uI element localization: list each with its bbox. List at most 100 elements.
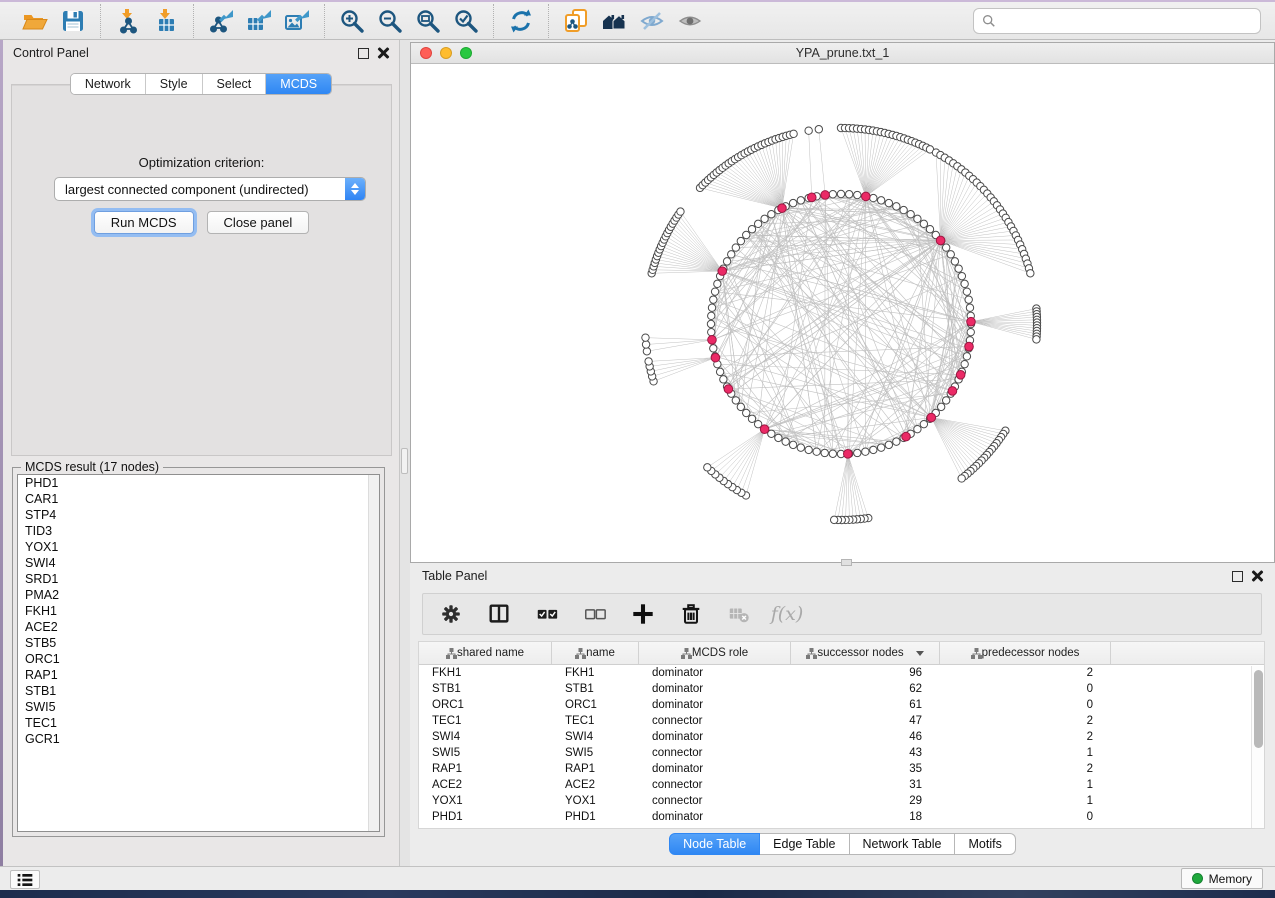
close-table-panel-icon[interactable] bbox=[1251, 570, 1263, 582]
table-row[interactable]: RAP1RAP1dominator352 bbox=[419, 761, 1264, 777]
open-file-button[interactable] bbox=[18, 5, 52, 37]
first-neighbors-button[interactable] bbox=[597, 5, 631, 37]
show-columns-icon bbox=[487, 602, 511, 626]
task-history-button[interactable] bbox=[10, 870, 40, 889]
export-table-button[interactable] bbox=[242, 5, 276, 37]
table-cell: dominator bbox=[639, 763, 791, 775]
deselect-all-rows-button[interactable] bbox=[581, 600, 609, 628]
table-scrollbar-thumb[interactable] bbox=[1254, 670, 1263, 748]
control-panel-header: Control Panel bbox=[3, 40, 399, 66]
delete-column-button[interactable] bbox=[677, 600, 705, 628]
splitter-handle[interactable] bbox=[401, 448, 408, 474]
control-panel-title: Control Panel bbox=[13, 46, 89, 60]
column-header-MCDS-role[interactable]: MCDS role bbox=[639, 642, 791, 664]
column-header-predecessor-nodes[interactable]: predecessor nodes bbox=[940, 642, 1111, 664]
show-columns-button[interactable] bbox=[485, 600, 513, 628]
save-session-button[interactable] bbox=[56, 5, 90, 37]
tab-network-table[interactable]: Network Table bbox=[850, 833, 956, 855]
table-cell: TEC1 bbox=[552, 715, 639, 727]
table-cell: STB1 bbox=[552, 683, 639, 695]
zoom-selected-button[interactable] bbox=[449, 5, 483, 37]
mcds-result-item[interactable]: SWI4 bbox=[18, 555, 379, 571]
zoom-in-button[interactable] bbox=[335, 5, 369, 37]
mcds-result-item[interactable]: TID3 bbox=[18, 523, 379, 539]
close-panel-button[interactable]: Close panel bbox=[207, 211, 310, 234]
export-image-button[interactable] bbox=[280, 5, 314, 37]
table-row[interactable]: ORC1ORC1dominator610 bbox=[419, 697, 1264, 713]
select-all-rows-button[interactable] bbox=[533, 600, 561, 628]
tab-style[interactable]: Style bbox=[145, 74, 202, 94]
refresh-layout-button[interactable] bbox=[504, 5, 538, 37]
table-row[interactable]: STB1STB1dominator620 bbox=[419, 681, 1264, 697]
memory-label: Memory bbox=[1209, 872, 1252, 886]
table-toolbar: f(x) bbox=[422, 593, 1262, 635]
column-header-successor-nodes[interactable]: successor nodes bbox=[791, 642, 940, 664]
import-table-button[interactable] bbox=[149, 5, 183, 37]
mcds-result-item[interactable]: STB1 bbox=[18, 683, 379, 699]
mcds-result-item[interactable]: ORC1 bbox=[18, 651, 379, 667]
mcds-result-item[interactable]: TEC1 bbox=[18, 715, 379, 731]
mcds-list-scrollbar[interactable] bbox=[368, 475, 379, 831]
mcds-result-item[interactable]: FKH1 bbox=[18, 603, 379, 619]
mcds-result-item[interactable]: SRD1 bbox=[18, 571, 379, 587]
table-settings-button[interactable] bbox=[437, 600, 465, 628]
tab-select[interactable]: Select bbox=[202, 74, 266, 94]
column-header-name[interactable]: name bbox=[552, 642, 639, 664]
import-network-button[interactable] bbox=[111, 5, 145, 37]
function-builder-icon: f(x) bbox=[771, 603, 804, 625]
add-column-button[interactable] bbox=[629, 600, 657, 628]
criterion-dropdown[interactable]: largest connected component (undirected) bbox=[54, 177, 366, 201]
tab-motifs[interactable]: Motifs bbox=[955, 833, 1015, 855]
horizontal-splitter-handle[interactable] bbox=[841, 559, 852, 566]
tab-network[interactable]: Network bbox=[71, 74, 145, 94]
first-neighbors-icon bbox=[601, 8, 627, 34]
tab-edge-table[interactable]: Edge Table bbox=[760, 833, 849, 855]
mcds-result-item[interactable]: STP4 bbox=[18, 507, 379, 523]
mcds-result-item[interactable]: CAR1 bbox=[18, 491, 379, 507]
mcds-result-item[interactable]: PMA2 bbox=[18, 587, 379, 603]
show-all-button[interactable] bbox=[673, 5, 707, 37]
table-row[interactable]: ACE2ACE2connector311 bbox=[419, 777, 1264, 793]
table-row[interactable]: TEC1TEC1connector472 bbox=[419, 713, 1264, 729]
mcds-result-item[interactable]: ACE2 bbox=[18, 619, 379, 635]
mcds-result-item[interactable]: STB5 bbox=[18, 635, 379, 651]
zoom-fit-icon bbox=[415, 8, 441, 34]
tab-node-table[interactable]: Node Table bbox=[669, 833, 760, 855]
vertical-splitter[interactable] bbox=[400, 40, 410, 866]
control-panel: Control Panel NetworkStyleSelectMCDS Opt… bbox=[3, 40, 400, 866]
table-row[interactable]: FKH1FKH1dominator962 bbox=[419, 665, 1264, 681]
mcds-result-item[interactable]: YOX1 bbox=[18, 539, 379, 555]
table-row[interactable]: YOX1YOX1connector291 bbox=[419, 793, 1264, 809]
close-panel-icon[interactable] bbox=[377, 47, 389, 59]
run-mcds-button[interactable]: Run MCDS bbox=[94, 211, 194, 234]
table-row[interactable]: SWI5SWI5connector431 bbox=[419, 745, 1264, 761]
tab-mcds[interactable]: MCDS bbox=[265, 74, 331, 94]
mcds-result-item[interactable]: GCR1 bbox=[18, 731, 379, 747]
toolbar-group bbox=[493, 4, 548, 38]
float-panel-icon[interactable] bbox=[358, 48, 369, 59]
table-cell: 46 bbox=[791, 731, 940, 743]
hide-selected-button[interactable] bbox=[635, 5, 669, 37]
copy-view-button[interactable] bbox=[559, 5, 593, 37]
mcds-result-list[interactable]: PHD1CAR1STP4TID3YOX1SWI4SRD1PMA2FKH1ACE2… bbox=[17, 474, 380, 832]
zoom-fit-button[interactable] bbox=[411, 5, 445, 37]
network-canvas[interactable] bbox=[411, 64, 1274, 562]
table-row[interactable]: SWI4SWI4dominator462 bbox=[419, 729, 1264, 745]
table-cell: PHD1 bbox=[419, 811, 552, 823]
mcds-result-item[interactable]: PHD1 bbox=[18, 475, 379, 491]
mcds-result-item[interactable]: SWI5 bbox=[18, 699, 379, 715]
network-graph[interactable] bbox=[411, 64, 1274, 562]
float-table-panel-icon[interactable] bbox=[1232, 571, 1243, 582]
table-row[interactable]: PHD1PHD1dominator180 bbox=[419, 809, 1264, 825]
toolbar-group bbox=[8, 4, 100, 38]
table-cell: dominator bbox=[639, 811, 791, 823]
search-input[interactable] bbox=[1002, 14, 1252, 28]
mcds-result-item[interactable]: RAP1 bbox=[18, 667, 379, 683]
zoom-out-button[interactable] bbox=[373, 5, 407, 37]
memory-button[interactable]: Memory bbox=[1181, 868, 1263, 889]
export-network-button[interactable] bbox=[204, 5, 238, 37]
column-header-shared-name[interactable]: shared name bbox=[419, 642, 552, 664]
main-toolbar bbox=[0, 0, 1275, 40]
network-view-window: YPA_prune.txt_1 bbox=[410, 42, 1275, 563]
table-scrollbar[interactable] bbox=[1251, 666, 1264, 828]
